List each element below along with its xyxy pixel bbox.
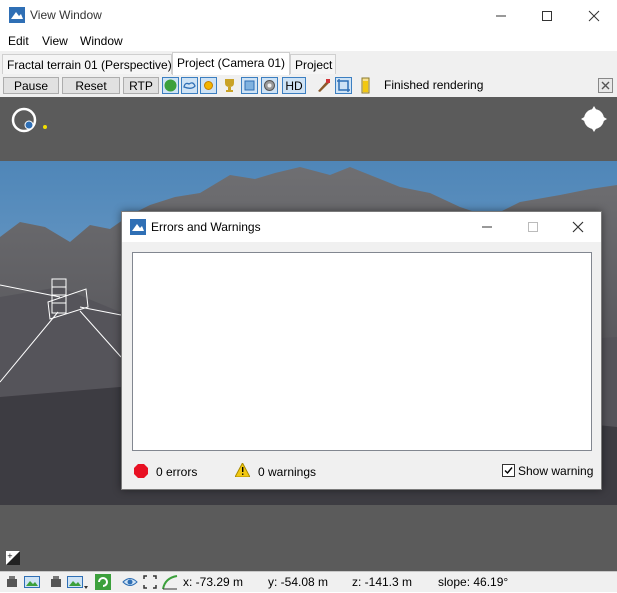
maximize-icon bbox=[528, 222, 538, 232]
tab-strip: Fractal terrain 01 (Perspective) Project… bbox=[0, 51, 617, 76]
y-coordinate: y: -54.08 m bbox=[268, 575, 329, 589]
gear-icon[interactable] bbox=[261, 77, 278, 94]
close-panel-button[interactable] bbox=[598, 78, 613, 93]
maximize-icon bbox=[542, 10, 552, 21]
warnings-count: 0 warnings bbox=[258, 465, 317, 479]
app-logo-icon bbox=[9, 7, 25, 23]
status-bar: x: -73.29 m y: -54.08 m z: -141.3 m slop… bbox=[0, 571, 617, 592]
sun-icon[interactable] bbox=[200, 77, 217, 94]
minimize-icon bbox=[482, 226, 492, 228]
minimize-icon bbox=[496, 15, 506, 16]
window-title: View Window bbox=[30, 8, 102, 22]
svg-text:+: + bbox=[7, 552, 13, 560]
crop-icon[interactable] bbox=[335, 77, 352, 94]
menu-view[interactable]: View bbox=[42, 34, 68, 48]
z-coordinate: z: -141.3 m bbox=[352, 575, 413, 589]
close-icon bbox=[572, 221, 584, 233]
close-icon bbox=[588, 10, 600, 21]
dialog-title: Errors and Warnings bbox=[151, 220, 261, 234]
slope-icon[interactable] bbox=[162, 574, 178, 590]
exposure-icon[interactable]: + bbox=[6, 551, 20, 565]
rtp-button[interactable]: RTP bbox=[123, 77, 159, 94]
dialog-close-button[interactable] bbox=[555, 212, 601, 242]
render-viewport[interactable]: + Errors and Warnings 0 errors 0 warning… bbox=[0, 97, 617, 571]
close-icon bbox=[601, 81, 610, 90]
errors-warnings-dialog: Errors and Warnings 0 errors 0 warnings … bbox=[121, 211, 602, 490]
menu-window[interactable]: Window bbox=[80, 34, 123, 48]
camera-settings-icon[interactable] bbox=[50, 574, 66, 590]
x-coordinate: x: -73.29 m bbox=[183, 575, 244, 589]
warning-icon bbox=[234, 461, 251, 478]
navigation-compass-icon[interactable] bbox=[11, 107, 47, 133]
refresh-icon[interactable] bbox=[95, 574, 111, 590]
dialog-app-icon bbox=[130, 219, 146, 235]
errors-count: 0 errors bbox=[156, 465, 198, 479]
reset-button[interactable]: Reset bbox=[62, 77, 120, 94]
hd-button[interactable]: HD bbox=[282, 77, 306, 94]
checkmark-icon bbox=[504, 467, 513, 475]
eye-icon[interactable] bbox=[122, 574, 138, 590]
dialog-title-bar: Errors and Warnings bbox=[122, 212, 601, 242]
tab-project-camera[interactable]: Project (Camera 01) bbox=[172, 52, 290, 75]
show-warning-checkbox[interactable] bbox=[502, 464, 515, 477]
render-status: Finished rendering bbox=[384, 78, 484, 92]
sphere-icon[interactable] bbox=[162, 77, 179, 94]
menu-edit[interactable]: Edit bbox=[8, 34, 29, 48]
pan-control-icon[interactable] bbox=[581, 106, 607, 132]
dialog-maximize-button bbox=[510, 212, 556, 242]
error-stop-icon bbox=[134, 464, 148, 478]
tab-project[interactable]: Project bbox=[290, 54, 336, 74]
title-bar: View Window bbox=[0, 0, 617, 31]
tab-fractal-terrain[interactable]: Fractal terrain 01 (Perspective) bbox=[2, 54, 172, 74]
progress-icon bbox=[357, 77, 374, 94]
camera-icon[interactable] bbox=[6, 574, 22, 590]
show-warning-label[interactable]: Show warning bbox=[518, 464, 593, 478]
pause-button[interactable]: Pause bbox=[3, 77, 59, 94]
dialog-minimize-button[interactable] bbox=[464, 212, 510, 242]
frame-icon[interactable] bbox=[142, 574, 158, 590]
slope-readout: slope: 46.19° bbox=[438, 575, 509, 589]
object-icon[interactable] bbox=[241, 77, 258, 94]
maximize-button[interactable] bbox=[524, 0, 570, 31]
minimize-button[interactable] bbox=[478, 0, 524, 31]
image-icon[interactable] bbox=[24, 574, 40, 590]
trophy-icon[interactable] bbox=[221, 77, 238, 94]
brush-icon[interactable] bbox=[315, 77, 332, 94]
render-toolbar: Pause Reset RTP HD Finished rendering bbox=[0, 75, 617, 98]
messages-list[interactable] bbox=[132, 252, 592, 451]
image-dropdown-icon[interactable] bbox=[67, 574, 89, 590]
menu-bar: Edit View Window bbox=[0, 31, 617, 51]
cloud-icon[interactable] bbox=[181, 77, 198, 94]
close-button[interactable] bbox=[571, 0, 617, 31]
